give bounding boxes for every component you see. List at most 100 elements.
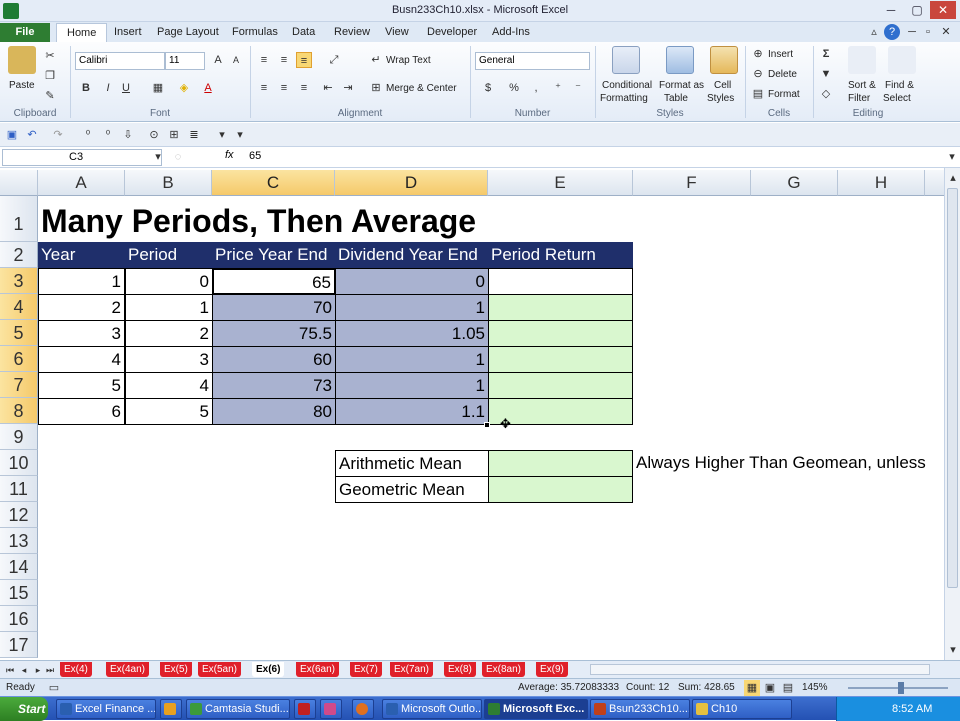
save-icon[interactable]: ▣ [4, 127, 20, 143]
align-middle-icon[interactable]: ≡ [276, 52, 292, 68]
workbook-minimize-icon[interactable]: ─ [904, 24, 920, 40]
cell-styles-icon[interactable] [710, 46, 738, 74]
insert-function-button[interactable]: fx [225, 149, 234, 161]
cell-a6[interactable]: 4 [38, 346, 125, 373]
column-header-h[interactable]: H [838, 170, 925, 196]
currency-button[interactable]: $ [480, 80, 496, 96]
cell-c8[interactable]: 80 [212, 398, 336, 425]
close-icon[interactable]: ✕ [930, 1, 956, 19]
header-price-year-end[interactable]: Price Year End [212, 242, 335, 268]
sheet-tab-ex4[interactable]: Ex(4) [60, 662, 92, 677]
cancel-entry-icon[interactable]: ◌ [170, 149, 186, 165]
redo-icon[interactable]: ↷ [50, 127, 66, 143]
note-cell[interactable]: Always Higher Than Geomean, unless [633, 450, 944, 476]
page-layout-view-icon[interactable]: ▣ [762, 680, 778, 696]
taskbar-tool-icon[interactable] [320, 699, 342, 719]
row-header-14[interactable]: 14 [0, 554, 38, 580]
comma-button[interactable]: , [528, 80, 544, 96]
taskbar-camtasia[interactable]: Camtasia Studi... [186, 699, 290, 719]
taskbar-ch10-folder[interactable]: Ch10 [692, 699, 792, 719]
tab-developer[interactable]: Developer [417, 23, 487, 42]
tab-view[interactable]: View [375, 23, 419, 42]
format-cells-button[interactable]: Format [768, 89, 800, 100]
cell-c3[interactable]: 65 [212, 268, 336, 295]
italic-button[interactable]: I [100, 80, 116, 96]
row-header-16[interactable]: 16 [0, 606, 38, 632]
cell-c7[interactable]: 73 [212, 372, 336, 399]
cell-a8[interactable]: 6 [38, 398, 125, 425]
row-header-5[interactable]: 5 [0, 320, 38, 346]
underline-button[interactable]: U [118, 80, 134, 96]
cut-icon[interactable]: ✂ [42, 48, 58, 64]
cell-d5[interactable]: 1.05 [335, 320, 489, 347]
row-header-15[interactable]: 15 [0, 580, 38, 606]
sheet-tab-ex7[interactable]: Ex(7) [350, 662, 382, 677]
column-header-c[interactable]: C [212, 170, 335, 196]
row-header-9[interactable]: 9 [0, 424, 38, 450]
page-break-view-icon[interactable]: ▤ [780, 680, 796, 696]
column-header-a[interactable]: A [38, 170, 125, 196]
workbook-restore-icon[interactable]: ▫ [920, 24, 936, 40]
qat-more-icon[interactable]: ▾ [214, 127, 230, 143]
column-header-i[interactable] [925, 170, 944, 196]
cell-a7[interactable]: 5 [38, 372, 125, 399]
cell-d8[interactable]: 1.1 [335, 398, 489, 425]
font-name-combo[interactable]: Calibri [75, 52, 165, 70]
borders-icon[interactable]: ▦ [150, 80, 166, 96]
bold-button[interactable]: B [78, 80, 94, 96]
fill-color-icon[interactable]: ◈ [176, 80, 192, 96]
sheet-tab-ex4an[interactable]: Ex(4an) [106, 662, 150, 677]
cell-b6[interactable]: 3 [125, 346, 213, 373]
find-select-icon[interactable] [888, 46, 916, 74]
cell-e7[interactable] [488, 372, 633, 399]
decimal-icon[interactable]: ⁰ [80, 127, 96, 143]
column-header-e[interactable]: E [488, 170, 633, 196]
cell-a5[interactable]: 3 [38, 320, 125, 347]
merge-center-button[interactable]: Merge & Center [386, 83, 457, 94]
row-header-10[interactable]: 10 [0, 450, 38, 476]
name-box-dropdown-icon[interactable]: ▾ [150, 149, 166, 165]
sheet-tab-ex8[interactable]: Ex(8) [444, 662, 476, 677]
column-header-d[interactable]: D [335, 170, 488, 196]
autosum-button[interactable]: Σ [818, 46, 834, 62]
header-period[interactable]: Period [125, 242, 212, 268]
shrink-font-icon[interactable]: A [228, 52, 244, 68]
cell-d3[interactable]: 0 [335, 268, 489, 295]
start-button[interactable]: Start [0, 697, 48, 721]
wrap-text-icon[interactable]: ↵ [368, 52, 384, 68]
ribbon-minimize-icon[interactable]: ▵ [866, 24, 882, 40]
row-header-11[interactable]: 11 [0, 476, 38, 502]
worksheet-grid[interactable]: A B C D E F G H 1 2 3 4 5 6 7 8 9 10 11 … [0, 170, 944, 660]
zoom-icon[interactable]: ⊙ [146, 127, 162, 143]
clear-icon[interactable]: ◇ [818, 86, 834, 102]
last-sheet-icon[interactable]: ⏭ [42, 662, 58, 678]
font-color-icon[interactable]: A [200, 80, 216, 96]
row-header-12[interactable]: 12 [0, 502, 38, 528]
taskbar-excel-finance[interactable]: Excel Finance ... [56, 699, 156, 719]
geometric-mean-value[interactable] [488, 476, 633, 503]
align-bottom-icon[interactable]: ≡ [296, 52, 312, 68]
align-icon[interactable]: ≣ [186, 127, 202, 143]
taskbar-firefox-icon[interactable] [352, 699, 374, 719]
increase-decimal-icon[interactable]: ⁺ [550, 80, 566, 96]
cell-c6[interactable]: 60 [212, 346, 336, 373]
taskbar-excel[interactable]: Microsoft Exc... [484, 699, 588, 719]
arithmetic-mean-value[interactable] [488, 450, 633, 477]
fill-handle[interactable] [484, 422, 490, 428]
expand-formula-icon[interactable]: ▾ [944, 149, 960, 165]
normal-view-icon[interactable]: ▦ [744, 680, 760, 696]
merge-icon[interactable]: ⊞ [368, 80, 384, 96]
font-size-combo[interactable]: 11 [165, 52, 205, 70]
scroll-up-icon[interactable]: ▴ [945, 170, 960, 186]
sort-filter-icon[interactable] [848, 46, 876, 74]
column-header-b[interactable]: B [125, 170, 212, 196]
align-center-icon[interactable]: ≡ [276, 80, 292, 96]
paste-icon[interactable] [8, 46, 36, 74]
sheet-tab-ex6[interactable]: Ex(6) [252, 662, 285, 677]
tab-insert[interactable]: Insert [104, 23, 152, 42]
conditional-formatting-icon[interactable] [612, 46, 640, 74]
cell-e6[interactable] [488, 346, 633, 373]
row-header-8[interactable]: 8 [0, 398, 38, 424]
sheet-tab-ex9[interactable]: Ex(9) [536, 662, 568, 677]
conditional-formatting-button[interactable]: Conditional [602, 80, 652, 91]
